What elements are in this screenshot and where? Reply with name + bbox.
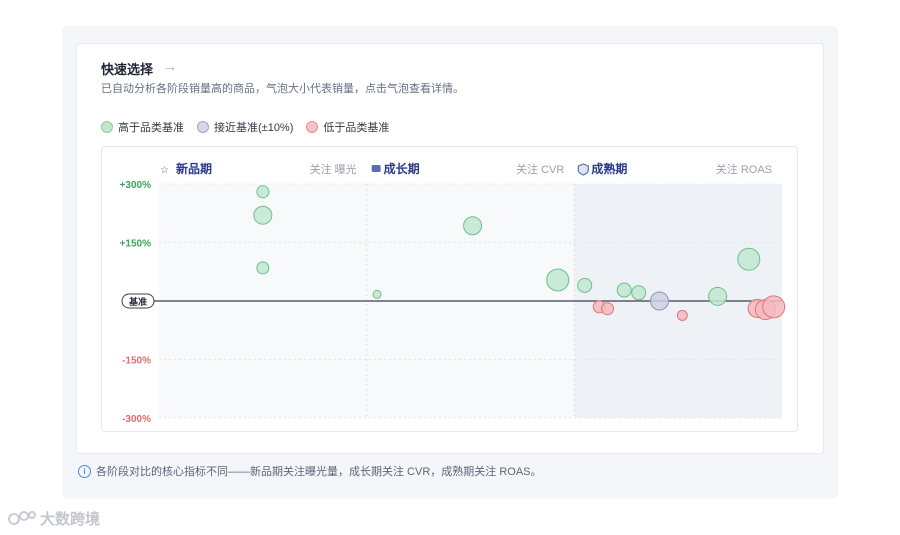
section-title: 快速选择 — [101, 62, 154, 77]
stage-focus: 关注 CVR — [516, 162, 564, 176]
watermark-text: 大数跨境 — [40, 511, 101, 528]
bubble[interactable] — [546, 268, 570, 292]
y-tick-label: +150% — [120, 239, 152, 250]
legend-label-near: 接近基准(±10%) — [214, 122, 294, 134]
footer-note: i 各阶段对比的核心指标不同——新品期关注曝光量，成长期关注 CVR，成熟期关注… — [78, 463, 542, 479]
bubble[interactable] — [708, 286, 728, 306]
legend-label-below: 低于品类基准 — [323, 122, 390, 134]
baseline-label: 基准 — [128, 296, 147, 307]
legend-item-below: 低于品类基准 — [306, 119, 389, 135]
footer-note-text: 各阶段对比的核心指标不同——新品期关注曝光量，成长期关注 CVR，成熟期关注 R… — [96, 466, 542, 478]
bubble[interactable] — [631, 285, 647, 301]
stage-name: 新品期 — [176, 161, 212, 176]
legend-label-above: 高于品类基准 — [118, 122, 184, 134]
star-icon: ☆ — [160, 165, 169, 176]
bubble[interactable] — [737, 247, 761, 271]
stage-focus: 关注 曝光 — [310, 162, 357, 176]
stage-name: 成长期 — [384, 161, 420, 176]
bubble[interactable] — [762, 295, 786, 319]
bubble[interactable] — [649, 291, 669, 311]
bubble[interactable] — [616, 282, 632, 298]
brand-logo-icon — [8, 510, 36, 525]
y-tick-label: +300% — [120, 180, 152, 191]
bubble[interactable] — [253, 205, 273, 225]
y-tick-label: -300% — [122, 414, 151, 425]
bubble[interactable] — [372, 289, 382, 299]
arrow-right-icon[interactable]: → — [163, 58, 177, 74]
chart-legend: 高于品类基准 接近基准(±10%) 低于品类基准 — [101, 119, 402, 135]
legend-dot-near — [197, 121, 209, 133]
watermark: 大数跨境 — [8, 508, 100, 529]
legend-dot-above — [101, 121, 113, 133]
section-subtitle: 已自动分析各阶段销量高的商品，气泡大小代表销量，点击气泡查看详情。 — [101, 83, 464, 95]
stage-focus: 关注 ROAS — [716, 162, 772, 176]
bubble[interactable] — [577, 277, 593, 293]
stage-name: 成熟期 — [591, 161, 627, 176]
bubble[interactable] — [256, 261, 270, 275]
bubble[interactable] — [601, 302, 615, 316]
bubble[interactable] — [463, 216, 483, 236]
bubble-chart: ☆ 新品期 关注 曝光 成长期 关注 CVR 成熟期 关注 ROAS +300% +150% 基准… — [120, 161, 786, 425]
y-tick-label: -150% — [122, 356, 151, 367]
shield-icon — [577, 163, 589, 176]
box-icon — [371, 165, 381, 172]
legend-item-above: 高于品类基准 — [101, 119, 184, 135]
info-icon: i — [78, 464, 91, 478]
legend-item-near: 接近基准(±10%) — [197, 119, 293, 135]
bubble[interactable] — [256, 185, 270, 199]
bubble[interactable] — [676, 309, 688, 321]
legend-dot-below — [306, 121, 319, 133]
bubble-chart-container: ☆ 新品期 关注 曝光 成长期 关注 CVR 成熟期 关注 ROAS +300% +150% 基准… — [101, 146, 798, 432]
